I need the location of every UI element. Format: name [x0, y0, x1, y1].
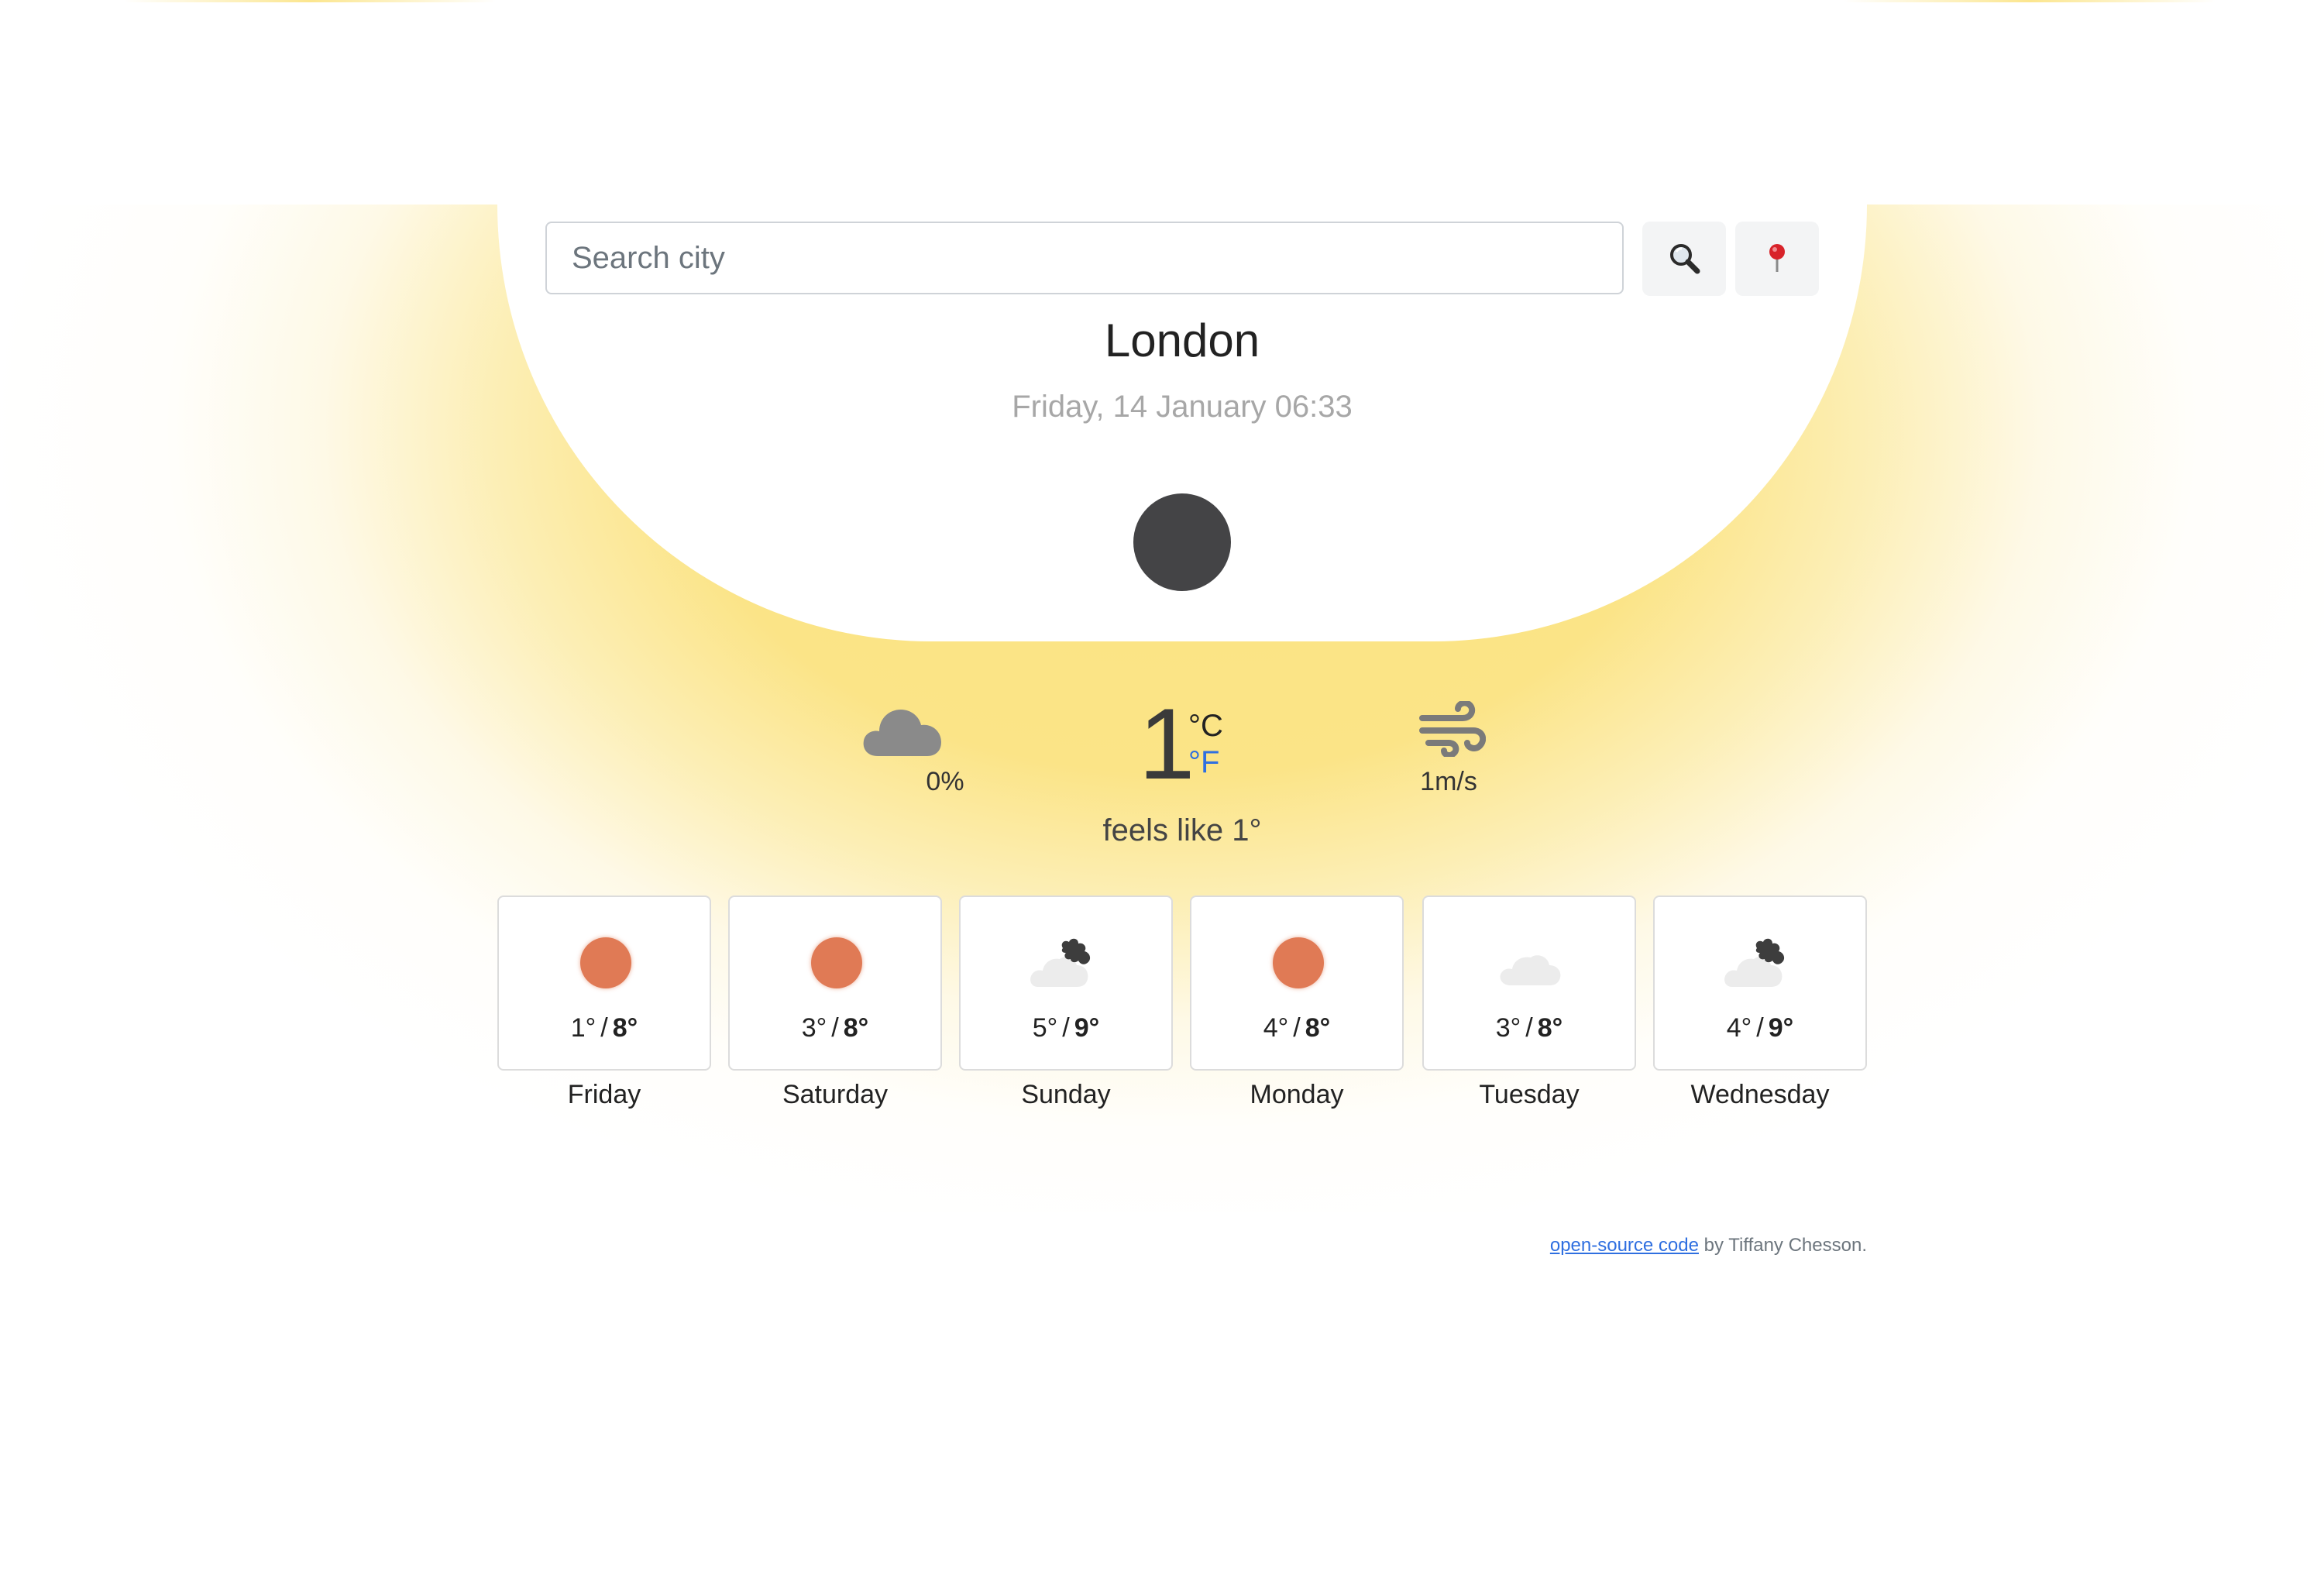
- forecast-day-name: Sunday: [1021, 1080, 1111, 1109]
- current-temperature: 1: [1139, 687, 1195, 800]
- wind-icon: [1418, 700, 1487, 761]
- forecast-temps: 4°/9°: [1726, 1013, 1794, 1043]
- map-pin-icon: [1765, 241, 1789, 277]
- forecast-day: 1°/8° Friday: [497, 895, 711, 1110]
- forecast-day-name: Saturday: [782, 1080, 889, 1109]
- forecast-day: 5°/9° Sunday: [959, 895, 1173, 1110]
- forecast-high: 9°: [1074, 1013, 1100, 1043]
- top-glow-line: [1844, 0, 2216, 2]
- sun-icon: [1260, 936, 1337, 990]
- forecast-day: 3°/8° Saturday: [728, 895, 942, 1110]
- city-name: London: [1104, 315, 1260, 366]
- forecast-card: 3°/8°: [728, 895, 942, 1071]
- sun-icon: [798, 936, 875, 990]
- forecast-temps: 1°/8°: [570, 1013, 638, 1043]
- forecast-high: 9°: [1768, 1013, 1794, 1043]
- weather-page: London Friday, 14 January 06:33 0% 1 °C …: [0, 0, 2324, 1595]
- wind-speed-value: 1m/s: [1420, 767, 1477, 796]
- forecast-low: 4°: [1263, 1013, 1289, 1043]
- forecast-day-name: Friday: [567, 1080, 641, 1109]
- forecast-day-name: Wednesday: [1690, 1080, 1830, 1109]
- forecast-card: 4°/9°: [1653, 895, 1867, 1071]
- forecast-day: 3°/8° Tuesday: [1422, 895, 1636, 1110]
- cloud-icon: [1492, 936, 1569, 990]
- forecast-day: 4°/9° Wednesday: [1653, 895, 1867, 1110]
- moon-icon: [1133, 493, 1231, 591]
- forecast-high: 8°: [612, 1013, 638, 1043]
- search-input[interactable]: [545, 222, 1624, 294]
- cloud-rain-icon: [1029, 936, 1106, 990]
- forecast-low: 4°: [1726, 1013, 1752, 1043]
- forecast-low: 1°: [570, 1013, 596, 1043]
- magnifying-glass-icon: [1666, 240, 1702, 278]
- forecast-low: 5°: [1032, 1013, 1058, 1043]
- search-button[interactable]: [1642, 222, 1726, 296]
- location-button[interactable]: [1735, 222, 1819, 296]
- local-datetime: Friday, 14 January 06:33: [1012, 390, 1353, 424]
- top-glow-line: [124, 0, 496, 2]
- cloud-rain-icon: [1723, 936, 1800, 990]
- forecast-high: 8°: [843, 1013, 869, 1043]
- forecast-day: 4°/8° Monday: [1190, 895, 1404, 1110]
- forecast-temps: 4°/8°: [1263, 1013, 1331, 1043]
- fahrenheit-toggle[interactable]: °F: [1188, 745, 1219, 780]
- open-source-link[interactable]: open-source code: [1550, 1235, 1699, 1256]
- forecast-card: 3°/8°: [1422, 895, 1636, 1071]
- forecast-day-name: Monday: [1250, 1080, 1344, 1109]
- cloud-cover-value: 0%: [926, 767, 964, 796]
- forecast-temps: 3°/8°: [1495, 1013, 1563, 1043]
- cloud-icon: [862, 699, 943, 761]
- forecast-high: 8°: [1537, 1013, 1563, 1043]
- credit-text: by Tiffany Chesson.: [1698, 1235, 1867, 1256]
- forecast-day-name: Tuesday: [1479, 1080, 1580, 1109]
- feels-like-text: feels like 1°: [1102, 813, 1262, 847]
- forecast-temps: 3°/8°: [801, 1013, 869, 1043]
- forecast-low: 3°: [801, 1013, 827, 1043]
- forecast-card: 1°/8°: [497, 895, 711, 1071]
- forecast-row: 1°/8° Friday 3°/8° Saturday 5° / 9° Sund…: [497, 895, 1867, 1112]
- footer-credit: open-source code by Tiffany Chesson.: [1394, 1235, 1867, 1256]
- forecast-card: 4°/8°: [1190, 895, 1404, 1071]
- forecast-card: 5°/9°: [959, 895, 1173, 1071]
- sun-icon: [567, 936, 645, 990]
- forecast-temps: 5°/9°: [1032, 1013, 1100, 1043]
- celsius-toggle[interactable]: °C: [1188, 709, 1223, 744]
- forecast-high: 8°: [1305, 1013, 1331, 1043]
- forecast-low: 3°: [1495, 1013, 1521, 1043]
